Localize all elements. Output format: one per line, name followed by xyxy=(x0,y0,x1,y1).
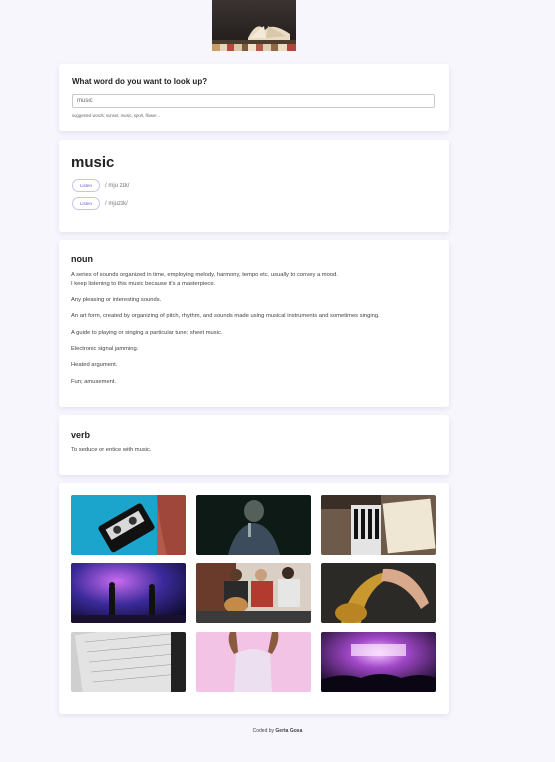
footer-prefix: Coded by xyxy=(252,728,275,734)
headword: music xyxy=(71,154,115,171)
photo-band-stage[interactable] xyxy=(71,563,186,623)
example: I keep listening to this music because i… xyxy=(71,281,216,287)
definition: Any pleasing or interesting sounds. xyxy=(71,297,162,303)
phonetic-row: Listen / mju zɪk/ xyxy=(72,179,129,192)
definition: To seduce or entice with music. xyxy=(71,447,152,453)
part-of-speech: noun xyxy=(71,254,93,264)
search-input[interactable] xyxy=(72,94,435,108)
phonetic-text: / mjuzɪk/ xyxy=(105,200,128,207)
definition: A series of sounds organized in time, em… xyxy=(71,272,338,278)
search-hint: suggested words: sunset, music, sport, f… xyxy=(72,113,160,118)
footer-author-link[interactable]: Gerta Gosa xyxy=(275,728,302,734)
definition: An art form, created by organizing of pi… xyxy=(71,313,380,319)
photos-section xyxy=(59,483,449,714)
definition: Heated argument. xyxy=(71,362,118,368)
definition: Fun; amusement. xyxy=(71,379,117,385)
photo-singer[interactable] xyxy=(196,495,311,555)
listen-button[interactable]: Listen xyxy=(72,179,100,192)
photo-concert[interactable] xyxy=(321,632,436,692)
part-of-speech: verb xyxy=(71,430,91,440)
hero-books-image xyxy=(212,0,296,51)
definition: A guide to playing or singing a particul… xyxy=(71,330,223,336)
phonetic-row: Listen / mjuzɪk/ xyxy=(72,197,128,210)
listen-button[interactable]: Listen xyxy=(72,197,100,210)
search-section: What word do you want to look up? sugges… xyxy=(59,64,449,131)
meaning-noun: noun A series of sounds organized in tim… xyxy=(59,240,449,407)
phonetic-text: / mju zɪk/ xyxy=(105,182,130,189)
photo-guitar-group[interactable] xyxy=(196,563,311,623)
photo-sheet-music[interactable] xyxy=(71,632,186,692)
definition: Electronic signal jamming. xyxy=(71,346,139,352)
photo-cassette[interactable] xyxy=(71,495,186,555)
footer: Coded by Gerta Gosa xyxy=(0,728,555,734)
meaning-verb: verb To seduce or entice with music. xyxy=(59,415,449,475)
photo-pink-person[interactable] xyxy=(196,632,311,692)
word-section: music Listen / mju zɪk/ Listen / mjuzɪk/ xyxy=(59,140,449,232)
photo-saxophone[interactable] xyxy=(321,563,436,623)
photo-keyboard[interactable] xyxy=(321,495,436,555)
search-question: What word do you want to look up? xyxy=(72,77,208,86)
